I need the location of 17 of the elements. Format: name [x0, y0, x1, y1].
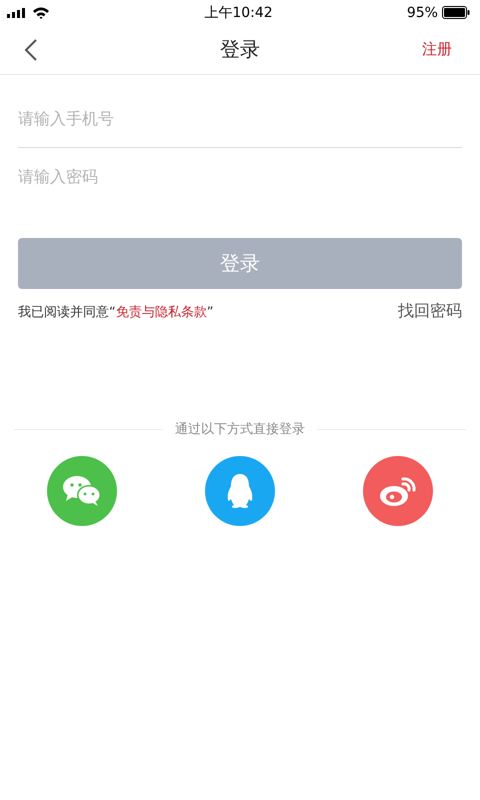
page-title: 登录: [220, 36, 260, 63]
signal-icon: [7, 8, 27, 18]
divider-text: 通过以下方式直接登录: [175, 421, 305, 438]
wifi-icon: [33, 6, 49, 18]
input-field[interactable]: 请输入手机号: [18, 90, 462, 148]
chat-bubbles-icon: [62, 475, 102, 507]
register-link[interactable]: 注册: [422, 40, 452, 59]
terms-link[interactable]: 免责与隐私条款: [116, 304, 207, 320]
forgot-password-link[interactable]: 找回密码: [398, 301, 462, 322]
weibo-icon: [379, 475, 417, 507]
battery-icon: [442, 6, 470, 19]
battery-percent: 95%: [406, 4, 438, 20]
agreement-text: 我已阅读并同意“免责与隐私条款”: [18, 304, 214, 320]
back-icon[interactable]: [24, 38, 38, 62]
penguin-icon: [225, 473, 255, 509]
status-time: 上午10:42: [204, 4, 273, 22]
input-field[interactable]: 请输入密码: [18, 148, 462, 206]
